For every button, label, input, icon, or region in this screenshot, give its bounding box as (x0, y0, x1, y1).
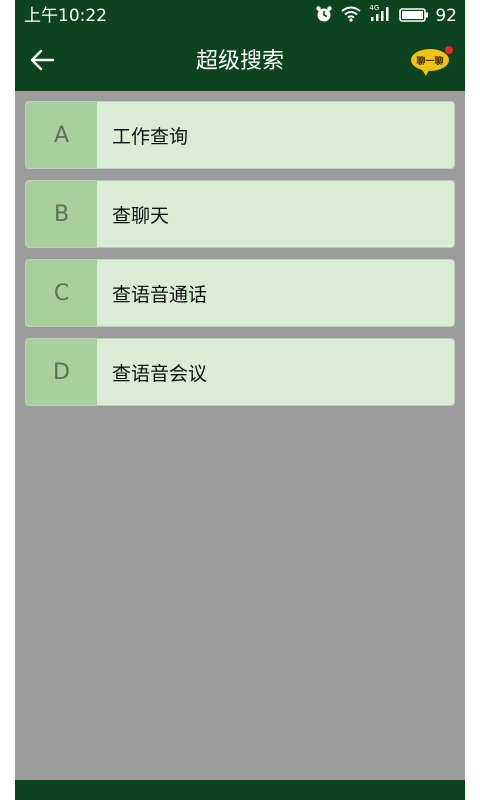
chat-bubble-icon: 聊一聊 (411, 49, 449, 71)
menu-item-label: 查语音通话 (112, 283, 208, 306)
battery-level: 92 (435, 6, 457, 26)
menu-item-letter: A (26, 102, 97, 168)
chat-bubble-tail (421, 68, 430, 76)
status-bar: 上午10:22 4G 92 (15, 0, 465, 32)
menu-item-letter: D (26, 339, 97, 405)
notification-dot (445, 46, 453, 54)
status-icons: 4G 92 (307, 4, 457, 27)
app-screen: 上午10:22 4G 92 超级搜索 聊一聊 A 工作查询 B 查聊天 C 查语… (15, 0, 465, 800)
menu-item-work-query[interactable]: A 工作查询 (25, 101, 455, 169)
network-type-label: 4G (369, 4, 380, 12)
status-time: 上午10:22 (24, 6, 107, 26)
alarm-icon (315, 5, 333, 27)
title-bar: 超级搜索 聊一聊 (15, 32, 465, 91)
menu-item-search-chat[interactable]: B 查聊天 (25, 180, 455, 248)
menu-item-letter: C (26, 260, 97, 326)
chat-button[interactable]: 聊一聊 (411, 45, 453, 79)
chat-badge-label: 聊一聊 (416, 56, 444, 67)
menu-item-label: 工作查询 (112, 125, 189, 148)
menu-item-search-voice-meeting[interactable]: D 查语音会议 (25, 338, 455, 406)
search-menu-list: A 工作查询 B 查聊天 C 查语音通话 D 查语音会议 (25, 101, 455, 417)
menu-item-label: 查聊天 (112, 204, 170, 227)
signal-icon: 4G (369, 4, 391, 26)
wifi-icon (341, 6, 361, 26)
menu-item-search-voice-call[interactable]: C 查语音通话 (25, 259, 455, 327)
menu-item-letter: B (26, 181, 97, 247)
bottom-bar (15, 780, 465, 800)
page-title: 超级搜索 (195, 49, 284, 74)
battery-icon (399, 7, 429, 26)
menu-item-label: 查语音会议 (112, 362, 208, 385)
